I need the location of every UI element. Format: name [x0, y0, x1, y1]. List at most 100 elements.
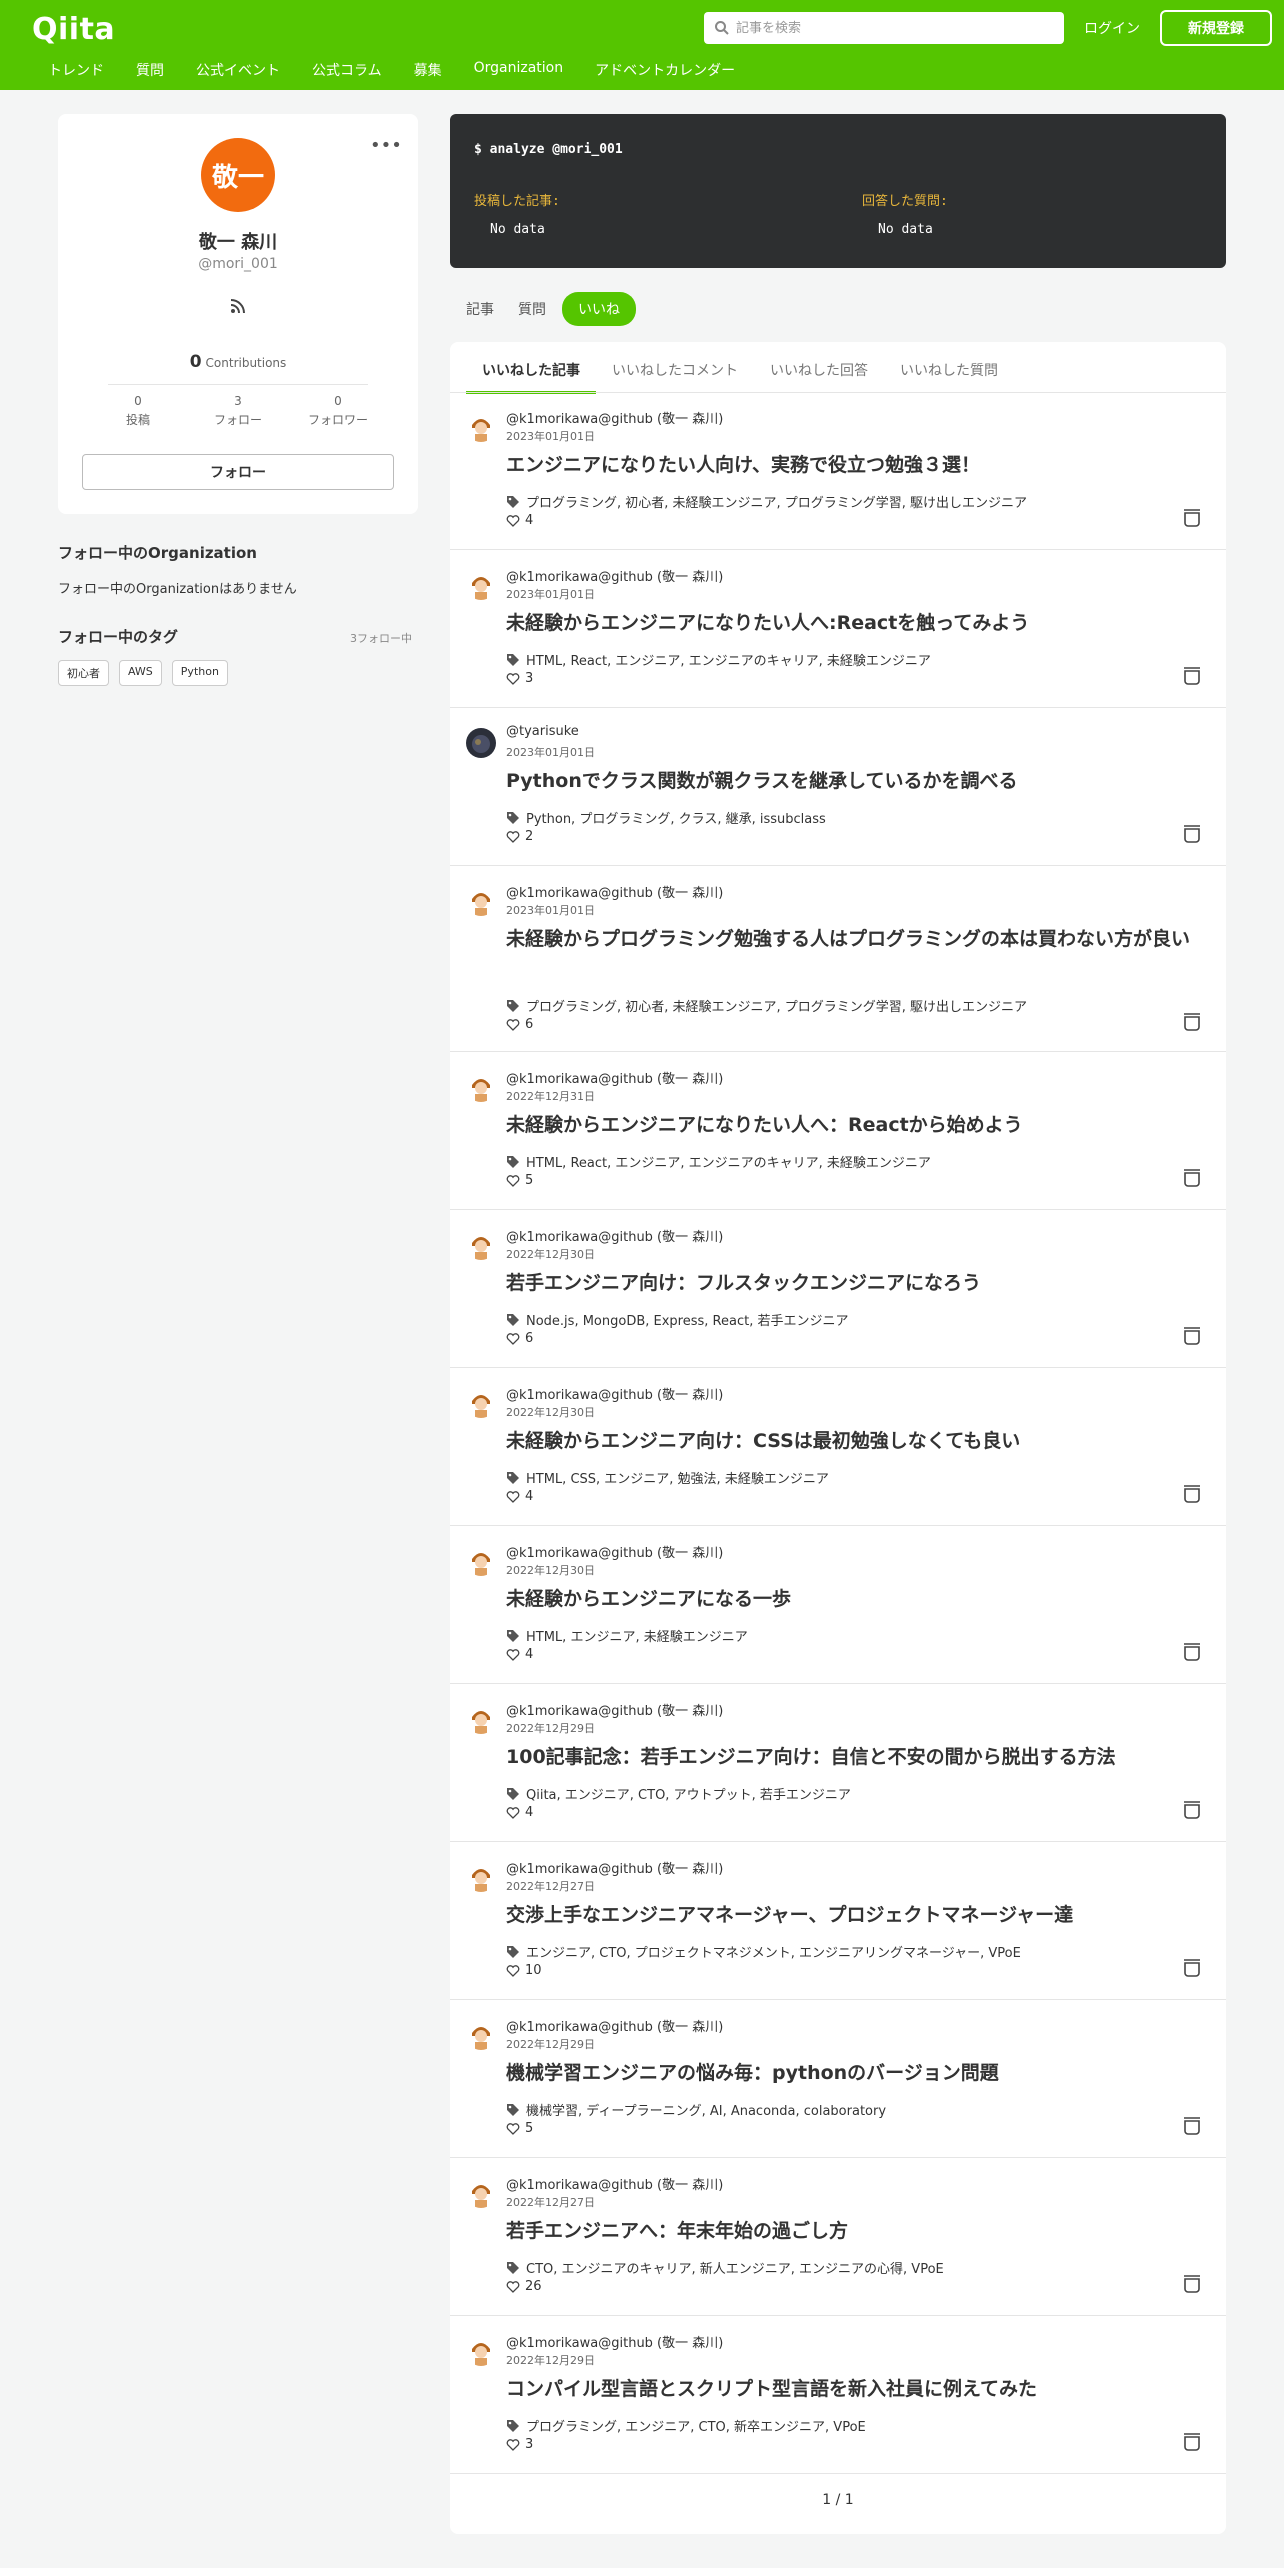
like-count: 6: [506, 1017, 533, 1032]
author-name[interactable]: @k1morikawa@github (敬一 森川): [506, 2332, 723, 2351]
article-title[interactable]: 未経験からプログラミング勉強する人はプログラミングの本は買わない方が良い: [506, 924, 1206, 954]
rss-icon[interactable]: [228, 296, 248, 316]
stock-icon[interactable]: [1180, 2430, 1204, 2454]
author-name[interactable]: @k1morikawa@github (敬一 森川): [506, 2016, 723, 2035]
author-avatar[interactable]: [466, 2178, 496, 2208]
stock-icon[interactable]: [1180, 1956, 1204, 1980]
article-title[interactable]: 若手エンジニア向け：フルスタックエンジニアになろう: [506, 1268, 1206, 1298]
author-avatar[interactable]: [466, 886, 496, 916]
author-name[interactable]: @k1morikawa@github (敬一 森川): [506, 408, 723, 427]
article-title[interactable]: 若手エンジニアへ：年末年始の過ごし方: [506, 2216, 1206, 2246]
follow-button[interactable]: フォロー: [82, 454, 394, 490]
tag-icon: [507, 1629, 519, 1642]
author-name[interactable]: @k1morikawa@github (敬一 森川): [506, 1226, 723, 1245]
author-avatar[interactable]: [466, 1546, 496, 1576]
followed-tags-count[interactable]: 3フォロー中: [350, 630, 412, 646]
nav-official-columns[interactable]: 公式コラム: [312, 60, 382, 80]
author-avatar[interactable]: [466, 2336, 496, 2366]
more-menu-icon[interactable]: •••: [370, 137, 402, 162]
article-title[interactable]: 未経験からエンジニア向け：CSSは最初勉強しなくても良い: [506, 1426, 1206, 1456]
nav-trend[interactable]: トレンド: [48, 60, 104, 80]
article-title[interactable]: 100記事記念：若手エンジニア向け：自信と不安の間から脱出する方法: [506, 1742, 1206, 1772]
stock-icon[interactable]: [1180, 1166, 1204, 1190]
author-avatar[interactable]: [466, 1230, 496, 1260]
followed-tag[interactable]: AWS: [119, 660, 162, 686]
tab-questions[interactable]: 質問: [510, 293, 554, 325]
tag-list[interactable]: 機械学習, ディープラーニング, AI, Anaconda, colaborat…: [526, 2100, 886, 2119]
article-title[interactable]: 未経験からエンジニアになりたい人へ:Reactを触ってみよう: [506, 608, 1206, 638]
author-name[interactable]: @k1morikawa@github (敬一 森川): [506, 1542, 723, 1561]
author-name[interactable]: @k1morikawa@github (敬一 森川): [506, 566, 723, 585]
tag-list[interactable]: Python, プログラミング, クラス, 継承, issubclass: [526, 808, 826, 827]
divider: [108, 384, 368, 385]
author-avatar[interactable]: [466, 412, 496, 442]
followed-tag[interactable]: Python: [171, 660, 228, 686]
stock-icon[interactable]: [1180, 1482, 1204, 1506]
stat-followers[interactable]: 0 フォロワー: [298, 394, 378, 428]
stock-icon[interactable]: [1180, 822, 1204, 846]
qiita-logo[interactable]: Qiita: [32, 12, 115, 47]
article-title[interactable]: コンパイル型言語とスクリプト型言語を新入社員に例えてみた: [506, 2374, 1206, 2404]
tab-liked-questions[interactable]: いいねした質問: [884, 360, 1014, 392]
author-avatar[interactable]: [466, 1862, 496, 1892]
search-input[interactable]: [736, 12, 1056, 44]
article-title[interactable]: 未経験からエンジニアになりたい人へ：Reactから始めよう: [506, 1110, 1206, 1140]
followed-tag[interactable]: 初心者: [58, 660, 109, 686]
author-name[interactable]: @k1morikawa@github (敬一 森川): [506, 1858, 723, 1877]
tag-list[interactable]: HTML, React, エンジニア, エンジニアのキャリア, 未経験エンジニア: [526, 1152, 931, 1171]
article-title[interactable]: 未経験からエンジニアになる一歩: [506, 1584, 1206, 1614]
author-name[interactable]: @k1morikawa@github (敬一 森川): [506, 1384, 723, 1403]
stock-icon[interactable]: [1180, 1324, 1204, 1348]
author-avatar[interactable]: [466, 1072, 496, 1102]
stock-icon[interactable]: [1180, 1010, 1204, 1034]
author-name[interactable]: @k1morikawa@github (敬一 森川): [506, 882, 723, 901]
author-avatar[interactable]: [466, 728, 496, 758]
nav-advent-calendar[interactable]: アドベントカレンダー: [595, 60, 735, 80]
nav-official-events[interactable]: 公式イベント: [196, 60, 280, 80]
stock-icon[interactable]: [1180, 2114, 1204, 2138]
tag-list[interactable]: プログラミング, 初心者, 未経験エンジニア, プログラミング学習, 駆け出しエ…: [526, 996, 1027, 1015]
nav-organization[interactable]: Organization: [474, 60, 564, 80]
article-title[interactable]: Pythonでクラス関数が親クラスを継承しているかを調べる: [506, 766, 1206, 796]
tag-list[interactable]: Qiita, エンジニア, CTO, アウトプット, 若手エンジニア: [526, 1784, 851, 1803]
tab-liked-articles[interactable]: いいねした記事: [466, 360, 596, 394]
nav-questions[interactable]: 質問: [136, 60, 164, 80]
stock-icon[interactable]: [1180, 1798, 1204, 1822]
stat-following[interactable]: 3 フォロー: [198, 394, 278, 428]
tag-list[interactable]: プログラミング, エンジニア, CTO, 新卒エンジニア, VPoE: [526, 2416, 866, 2435]
author-name[interactable]: @k1morikawa@github (敬一 森川): [506, 1068, 723, 1087]
signup-button[interactable]: 新規登録: [1160, 10, 1272, 46]
list-item: @k1morikawa@github (敬一 森川) 2022年12月27日 交渉上…: [450, 1842, 1226, 2000]
author-avatar[interactable]: [466, 1388, 496, 1418]
stock-icon[interactable]: [1180, 1640, 1204, 1664]
author-avatar[interactable]: [466, 2020, 496, 2050]
stat-posts[interactable]: 0 投稿: [98, 394, 178, 428]
tab-liked-answers[interactable]: いいねした回答: [754, 360, 884, 392]
author-name[interactable]: @k1morikawa@github (敬一 森川): [506, 1700, 723, 1719]
tab-articles[interactable]: 記事: [458, 293, 502, 325]
tag-list[interactable]: CTO, エンジニアのキャリア, 新人エンジニア, エンジニアの心得, VPoE: [526, 2258, 944, 2277]
stock-icon[interactable]: [1180, 506, 1204, 530]
tag-list[interactable]: プログラミング, 初心者, 未経験エンジニア, プログラミング学習, 駆け出しエ…: [526, 492, 1027, 511]
author-name[interactable]: @k1morikawa@github (敬一 森川): [506, 2174, 723, 2193]
article-title[interactable]: 交渉上手なエンジニアマネージャー、プロジェクトマネージャー達: [506, 1900, 1206, 1930]
login-link[interactable]: ログイン: [1084, 18, 1140, 38]
author-avatar[interactable]: [466, 1704, 496, 1734]
stock-icon[interactable]: [1180, 664, 1204, 688]
search-box[interactable]: [704, 12, 1064, 44]
author-name[interactable]: @tyarisuke: [506, 724, 579, 739]
stock-icon[interactable]: [1180, 2272, 1204, 2296]
tag-list[interactable]: HTML, CSS, エンジニア, 勉強法, 未経験エンジニア: [526, 1468, 829, 1487]
like-count: 5: [506, 1173, 533, 1188]
tag-list[interactable]: HTML, React, エンジニア, エンジニアのキャリア, 未経験エンジニア: [526, 650, 931, 669]
list-item: @k1morikawa@github (敬一 森川) 2022年12月30日 若手エ…: [450, 1210, 1226, 1368]
author-avatar[interactable]: [466, 570, 496, 600]
tab-likes[interactable]: いいね: [562, 292, 636, 326]
article-title[interactable]: 機械学習エンジニアの悩み毎：pythonのバージョン問題: [506, 2058, 1206, 2088]
tag-list[interactable]: HTML, エンジニア, 未経験エンジニア: [526, 1626, 748, 1645]
tag-list[interactable]: エンジニア, CTO, プロジェクトマネジメント, エンジニアリングマネージャー…: [526, 1942, 1021, 1961]
nav-recruit[interactable]: 募集: [414, 60, 442, 80]
article-title[interactable]: エンジニアになりたい人向け、実務で役立つ勉強３選！: [506, 450, 1206, 480]
tab-liked-comments[interactable]: いいねしたコメント: [596, 360, 754, 392]
tag-list[interactable]: Node.js, MongoDB, Express, React, 若手エンジニ…: [526, 1310, 848, 1329]
